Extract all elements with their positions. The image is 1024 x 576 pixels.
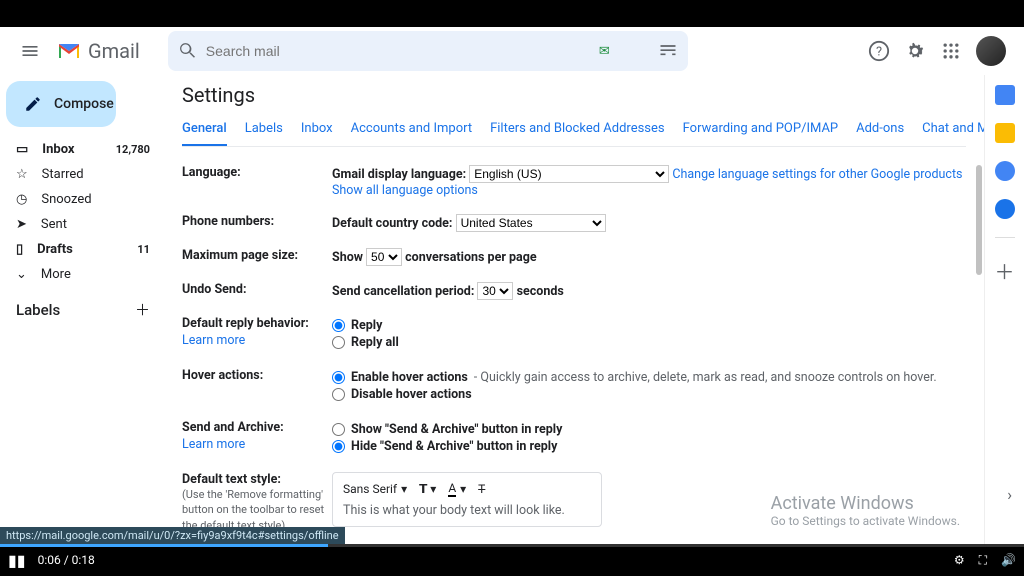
main-menu-button[interactable] [12,33,48,69]
compose-button[interactable]: Compose [6,81,116,127]
pagesize-select[interactable]: 50 [366,248,402,266]
font-size-dropdown[interactable]: 𝗧 ▾ [419,482,436,496]
play-pause-button[interactable]: ▮▮ [8,551,26,570]
search-input[interactable] [206,43,591,59]
text-style-sample: This is what your body text will look li… [343,503,591,518]
row-phone: Phone numbers: Default country code: Uni… [182,206,966,240]
sidebar-item-snoozed[interactable]: ◷Snoozed [6,187,160,212]
sidebar-item-drafts[interactable]: ▯Drafts11 [6,237,160,262]
player-theater-icon[interactable]: ⛶ [979,553,987,568]
font-color-dropdown[interactable]: A ▾ [448,481,466,497]
reply-learn-more-link[interactable]: Learn more [182,333,332,348]
video-progress-bar[interactable] [0,544,328,547]
row-sendarchive: Send and Archive:Learn more Show "Send &… [182,412,966,464]
contacts-app-icon[interactable] [995,199,1015,219]
page-title: Settings [182,83,966,107]
compose-label: Compose [54,96,114,112]
row-undo: Undo Send: Send cancellation period: 30 … [182,274,966,308]
tab-filters[interactable]: Filters and Blocked Addresses [490,121,665,146]
tab-forwarding[interactable]: Forwarding and POP/IMAP [683,121,839,146]
country-code-select[interactable]: United States [456,214,606,232]
radio-hover-disable[interactable] [332,388,345,401]
radio-reply-all[interactable] [332,336,345,349]
show-all-languages-link[interactable]: Show all language options [332,183,478,198]
calendar-app-icon[interactable] [995,85,1015,105]
settings-gear-icon[interactable] [904,40,926,62]
sidebar-item-sent[interactable]: ➤Sent [6,212,160,237]
header: Gmail ✉ ? [0,27,1024,75]
remove-formatting-icon[interactable]: T [478,482,485,496]
header-icons: ? [868,36,1012,66]
video-time: 0:06 / 0:18 [38,553,95,567]
radio-hover-enable[interactable] [332,371,345,384]
sidebar-item-inbox[interactable]: ▭ Inbox 12,780 [6,137,160,162]
font-family-dropdown[interactable]: Sans Serif ▾ [343,482,407,496]
tab-labels[interactable]: Labels [245,121,283,146]
gmail-m-icon [56,41,82,61]
collapse-panel-icon[interactable]: › [1007,485,1012,504]
radio-reply[interactable] [332,319,345,332]
row-hover: Hover actions: Enable hover actions - Qu… [182,360,966,412]
tasks-app-icon[interactable] [995,161,1015,181]
scrollbar-thumb[interactable] [976,165,982,275]
settings-panel: Settings General Labels Inbox Accounts a… [168,75,984,544]
radio-show-send-archive[interactable] [332,423,345,436]
tab-chat[interactable]: Chat and Meet [922,121,984,146]
language-select[interactable]: English (US) [469,165,669,183]
search-bar[interactable]: ✉ [168,31,688,71]
browser-status-url: https://mail.google.com/mail/u/0/?zx=fiy… [0,527,345,544]
get-addons-icon[interactable]: ＋ [995,256,1015,285]
chevron-down-icon: ⌄ [16,267,27,282]
video-player-controls: ▮▮ 0:06 / 0:18 ⚙ ⛶ 🔊 [0,544,1024,576]
row-reply: Default reply behavior:Learn more Reply … [182,308,966,360]
radio-hide-send-archive[interactable] [332,440,345,453]
sidebar-item-starred[interactable]: ☆Starred [6,162,160,187]
undo-seconds-select[interactable]: 30 [477,282,513,300]
default-text-style-box: Sans Serif ▾ 𝗧 ▾ A ▾ T This is what your… [332,472,602,527]
labels-heading: Labels ＋ [6,287,160,320]
sendarchive-learn-link[interactable]: Learn more [182,437,332,452]
settings-tabs: General Labels Inbox Accounts and Import… [182,121,966,147]
drafts-icon: ▯ [16,242,23,257]
support-icon[interactable]: ? [868,40,890,62]
pencil-icon [24,95,42,113]
tab-inbox[interactable]: Inbox [301,121,333,146]
tab-addons[interactable]: Add-ons [856,121,904,146]
svg-text:?: ? [876,45,882,60]
tab-accounts[interactable]: Accounts and Import [351,121,472,146]
gmail-logo[interactable]: Gmail [56,39,140,63]
caret-down-icon: ▾ [401,482,407,496]
clock-icon: ◷ [16,192,27,207]
side-panel: ＋ › [984,75,1024,544]
change-language-link[interactable]: Change language settings for other Googl… [672,167,962,182]
row-pagesize: Maximum page size: Show 50 conversations… [182,240,966,274]
keep-app-icon[interactable] [995,123,1015,143]
star-icon: ☆ [16,167,28,182]
inbox-icon: ▭ [16,142,28,157]
account-avatar[interactable] [976,36,1006,66]
add-label-icon[interactable]: ＋ [135,299,150,320]
apps-grid-icon[interactable] [940,40,962,62]
sent-icon: ➤ [16,217,27,232]
sidebar: Compose ▭ Inbox 12,780 ☆Starred ◷Snoozed… [0,75,168,544]
mail-chip-icon[interactable]: ✉ [599,44,610,59]
player-volume-icon[interactable]: 🔊 [1001,553,1016,567]
player-settings-icon[interactable]: ⚙ [954,553,965,567]
search-options-icon[interactable] [658,41,678,61]
row-language: Language: Gmail display language: Englis… [182,157,966,206]
tab-general[interactable]: General [182,121,227,146]
sidebar-item-more[interactable]: ⌄More [6,262,160,287]
gmail-logo-text: Gmail [88,39,140,63]
search-icon [178,41,198,61]
